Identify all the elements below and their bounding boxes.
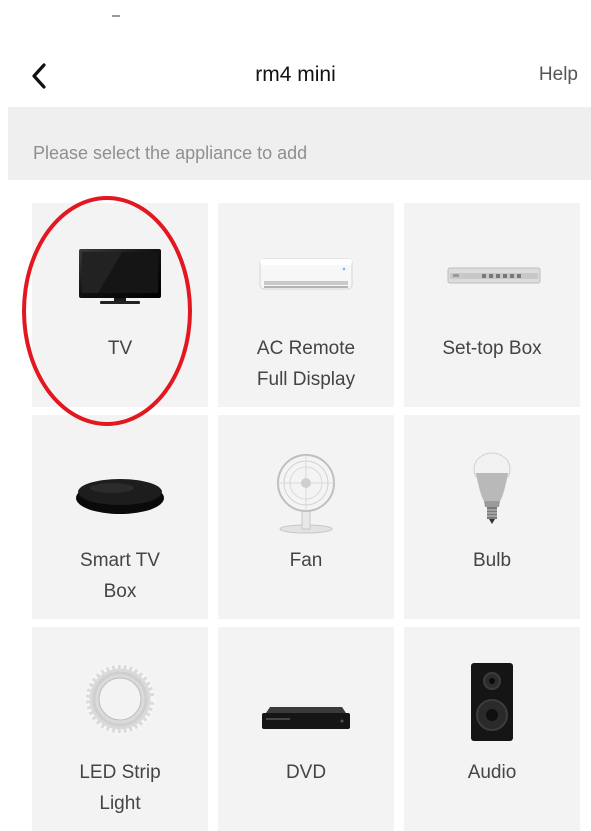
status-bar-mark	[112, 15, 120, 17]
appliance-label: Bulb	[472, 550, 512, 571]
appliance-label: DVD	[285, 762, 327, 783]
page-title: rm4 mini	[255, 63, 336, 86]
appliance-grid: TV AC Remote Full Display Set-top Box Sm…	[32, 203, 580, 831]
appliance-tile-led-strip[interactable]: LED Strip Light	[32, 627, 208, 831]
dvd-player-icon	[262, 707, 350, 729]
header-bar: rm4 mini Help	[0, 52, 591, 100]
appliance-tile-fan[interactable]: Fan	[218, 415, 394, 619]
appliance-label: Fan	[289, 550, 323, 571]
appliance-tile-smart-tv-box[interactable]: Smart TV Box	[32, 415, 208, 619]
appliance-label: Smart TV Box	[80, 550, 160, 602]
smart-tv-box-icon	[76, 479, 164, 514]
fan-icon	[277, 454, 335, 534]
speaker-icon	[471, 663, 513, 741]
air-conditioner-icon	[259, 258, 353, 290]
tv-icon	[79, 249, 161, 304]
instruction-banner: Please select the appliance to add	[8, 107, 591, 180]
appliance-tile-audio[interactable]: Audio	[404, 627, 580, 831]
appliance-tile-ac-remote[interactable]: AC Remote Full Display	[218, 203, 394, 407]
appliance-label: AC Remote Full Display	[256, 338, 356, 390]
appliance-tile-tv[interactable]: TV	[32, 203, 208, 407]
appliance-tile-bulb[interactable]: Bulb	[404, 415, 580, 619]
appliance-label: Audio	[467, 762, 517, 783]
help-link[interactable]: Help	[539, 64, 578, 86]
appliance-label: LED Strip Light	[79, 762, 161, 814]
led-strip-icon	[84, 663, 156, 735]
appliance-label: Set-top Box	[442, 338, 542, 359]
appliance-label: TV	[107, 338, 133, 359]
bulb-icon	[473, 452, 511, 524]
set-top-box-icon	[447, 267, 541, 284]
instruction-text: Please select the appliance to add	[33, 143, 308, 163]
appliance-tile-set-top-box[interactable]: Set-top Box	[404, 203, 580, 407]
appliance-tile-dvd[interactable]: DVD	[218, 627, 394, 831]
